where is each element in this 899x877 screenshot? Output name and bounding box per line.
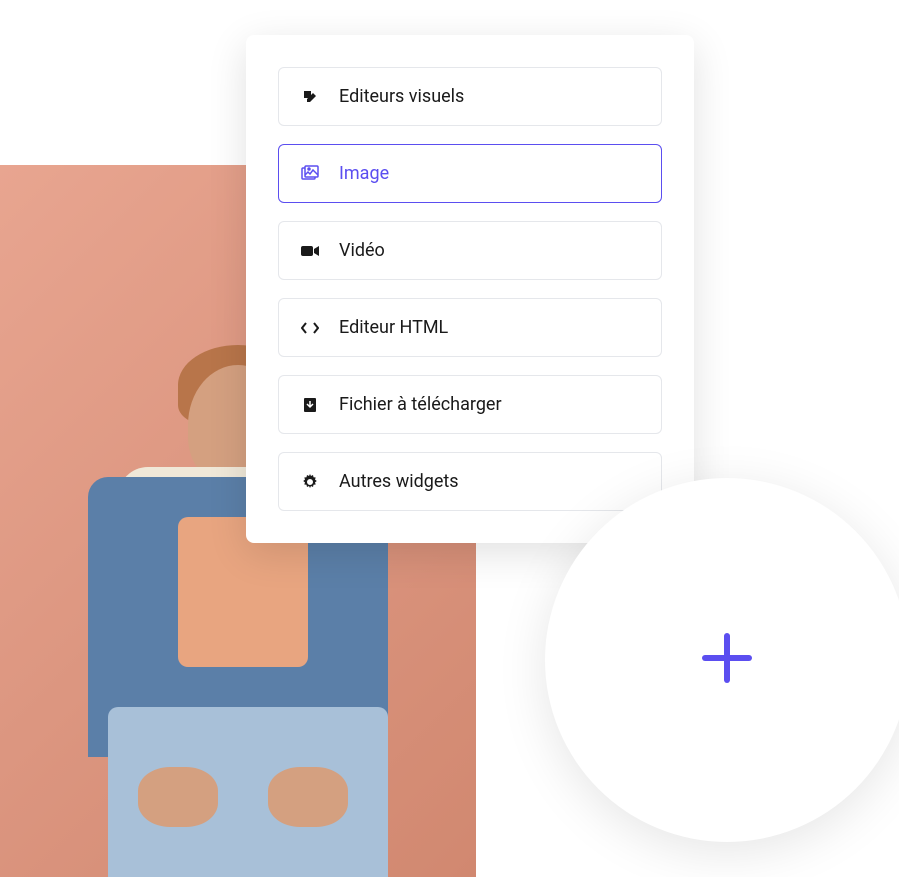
widget-option-video[interactable]: Vidéo (278, 221, 662, 280)
image-icon (301, 165, 319, 183)
video-icon (301, 242, 319, 260)
widget-label: Editeur HTML (339, 317, 448, 338)
widget-label: Image (339, 163, 389, 184)
plus-icon (695, 626, 759, 694)
widget-label: Autres widgets (339, 471, 459, 492)
widget-label: Editeurs visuels (339, 86, 464, 107)
code-icon (301, 319, 319, 337)
widget-option-file-download[interactable]: Fichier à télécharger (278, 375, 662, 434)
widget-label: Vidéo (339, 240, 385, 261)
widget-option-image[interactable]: Image (278, 144, 662, 203)
widget-option-visual-editors[interactable]: Editeurs visuels (278, 67, 662, 126)
widget-label: Fichier à télécharger (339, 394, 502, 415)
download-icon (301, 396, 319, 414)
widget-option-html-editor[interactable]: Editeur HTML (278, 298, 662, 357)
widget-option-other-widgets[interactable]: Autres widgets (278, 452, 662, 511)
edit-icon (301, 88, 319, 106)
widget-selector-panel: Editeurs visuels Image Vidéo Edi (246, 35, 694, 543)
add-widget-button[interactable] (545, 478, 899, 842)
gear-icon (301, 473, 319, 491)
